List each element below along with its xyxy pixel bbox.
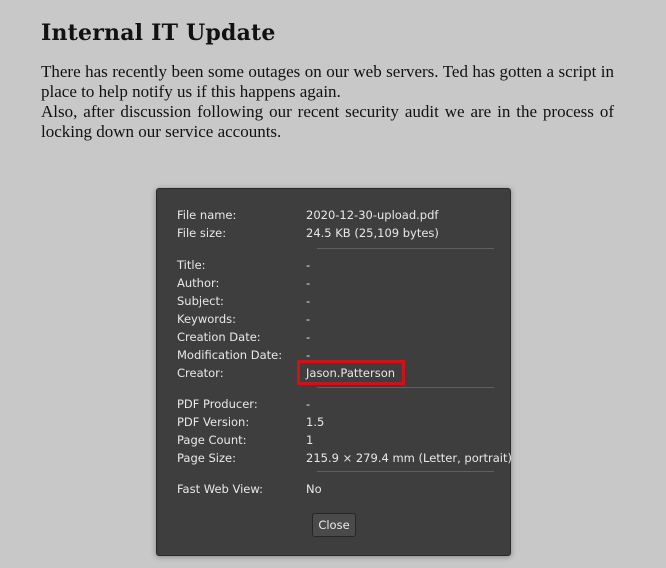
property-label: Fast Web View:: [177, 482, 264, 496]
document-title: Internal IT Update: [41, 20, 276, 46]
property-row-page-size: Page Size: 215.9 × 279.4 mm (Letter, por…: [177, 449, 512, 467]
property-label: Modification Date:: [177, 348, 283, 362]
property-label: Subject:: [177, 294, 224, 308]
pdf-info-section: PDF Producer: - PDF Version: 1.5 Page Co…: [177, 395, 512, 467]
section-divider: [317, 471, 494, 472]
property-value: 1: [306, 433, 314, 447]
property-value: 2020-12-30-upload.pdf: [306, 208, 439, 222]
property-row-title: Title: -: [177, 256, 495, 274]
property-row-keywords: Keywords: -: [177, 310, 495, 328]
property-value: No: [306, 482, 322, 496]
property-label: Keywords:: [177, 312, 236, 326]
document-paragraph: There has recently been some outages on …: [41, 62, 614, 142]
file-info-section: File name: 2020-12-30-upload.pdf File si…: [177, 206, 495, 242]
property-row-fast-web-view: Fast Web View: No: [177, 480, 495, 498]
property-label: File size:: [177, 226, 227, 240]
property-label: File name:: [177, 208, 237, 222]
property-label: Page Count:: [177, 433, 247, 447]
property-value: 24.5 KB (25,109 bytes): [306, 226, 439, 240]
web-view-section: Fast Web View: No: [177, 480, 495, 498]
creator-highlight-box: [297, 360, 405, 385]
document-body: Internal IT Update There has recently be…: [41, 18, 614, 142]
property-value: -: [306, 276, 311, 290]
document-properties-dialog: File name: 2020-12-30-upload.pdf File si…: [156, 188, 512, 556]
property-value: -: [306, 312, 311, 326]
property-label: Creator:: [177, 366, 224, 380]
property-row-page-count: Page Count: 1: [177, 431, 495, 449]
property-value: -: [306, 294, 311, 308]
property-value: -: [306, 397, 311, 411]
property-label: Author:: [177, 276, 220, 290]
property-row-pdf-producer: PDF Producer: -: [177, 395, 495, 413]
property-row-pdf-version: PDF Version: 1.5: [177, 413, 495, 431]
property-row-author: Author: -: [177, 274, 495, 292]
property-row-subject: Subject: -: [177, 292, 495, 310]
property-label: Page Size:: [177, 451, 236, 465]
property-label: PDF Version:: [177, 415, 250, 429]
property-value: -: [306, 330, 311, 344]
close-button[interactable]: Close: [312, 513, 356, 537]
property-label: PDF Producer:: [177, 397, 258, 411]
section-divider: [317, 387, 494, 388]
property-row-creation-date: Creation Date: -: [177, 328, 495, 346]
paragraph-security: Also, after discussion following our rec…: [41, 102, 614, 141]
property-value: 1.5: [306, 415, 325, 429]
section-divider: [317, 248, 494, 249]
property-value: 215.9 × 279.4 mm (Letter, portrait): [306, 451, 512, 465]
property-label: Creation Date:: [177, 330, 261, 344]
property-value: -: [306, 258, 311, 272]
property-row-file-size: File size: 24.5 KB (25,109 bytes): [177, 224, 495, 242]
property-row-file-name: File name: 2020-12-30-upload.pdf: [177, 206, 495, 224]
paragraph-outages: There has recently been some outages on …: [41, 62, 614, 101]
property-label: Title:: [177, 258, 206, 272]
